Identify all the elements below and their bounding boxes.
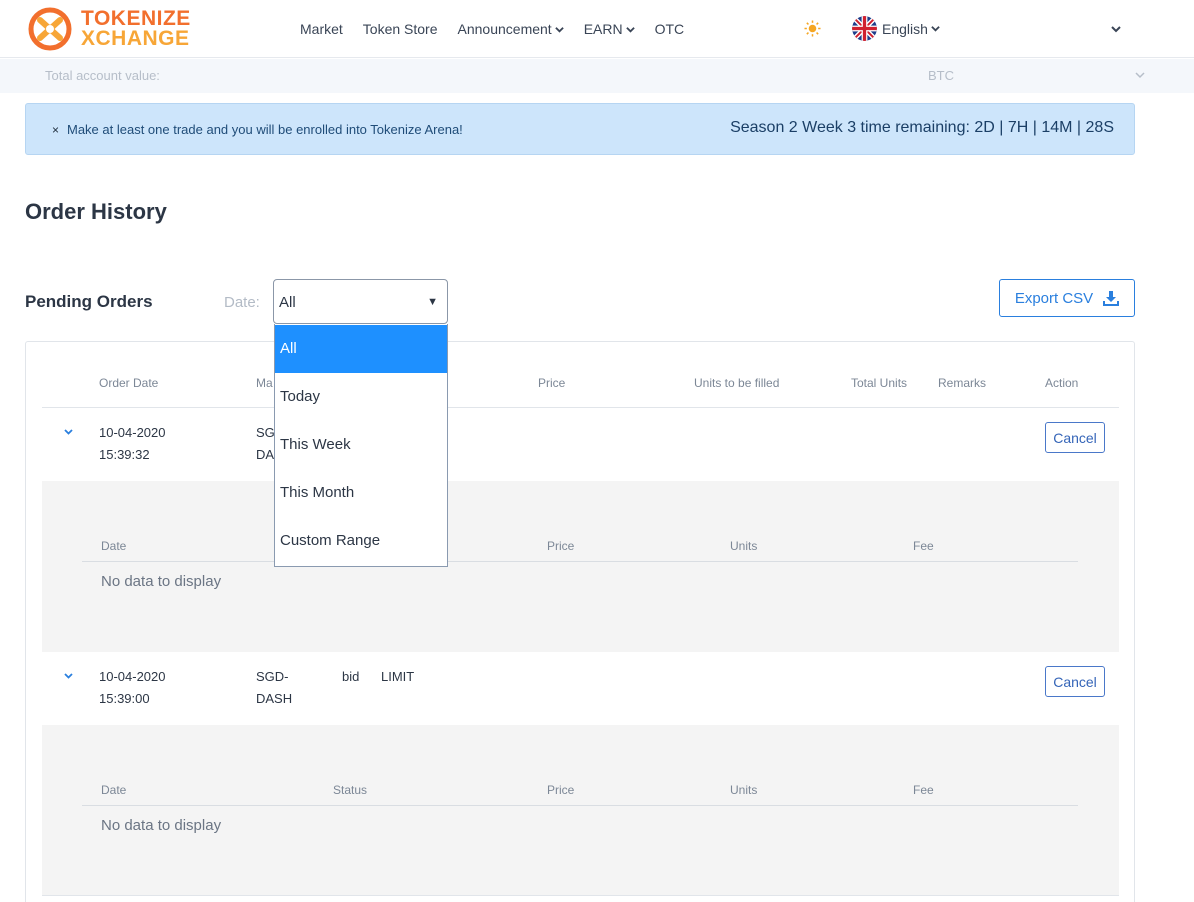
sub-col-date: Date	[101, 539, 127, 553]
uk-flag-icon	[852, 16, 877, 41]
sub-col-units: Units	[730, 539, 758, 553]
chevron-down-icon	[931, 26, 940, 32]
brand-logo[interactable]: TOKENIZE XCHANGE	[27, 6, 191, 52]
order-detail-panel: Date Status Price Units Fee No data to d…	[42, 481, 1119, 652]
chevron-down-icon[interactable]	[1134, 71, 1146, 80]
account-currency: BTC	[928, 68, 954, 83]
chevron-down-icon	[554, 26, 564, 33]
sub-col-units: Units	[730, 783, 758, 797]
brand-line-2: XCHANGE	[81, 27, 190, 50]
sub-col-status: Status	[333, 783, 368, 797]
nav-otc[interactable]: OTC	[655, 21, 685, 37]
order-market: SGD- DASH	[256, 669, 293, 706]
brand-line-1: TOKENIZE	[81, 7, 191, 30]
date-option-all[interactable]: All	[275, 325, 447, 373]
expand-row-chevron-icon[interactable]	[63, 672, 74, 680]
dropdown-arrow-icon: ▼	[427, 296, 438, 308]
date-option-today[interactable]: Today	[275, 373, 447, 421]
total-account-value-label: Total account value:	[45, 68, 160, 83]
cancel-order-button[interactable]: Cancel	[1045, 666, 1105, 697]
no-data-message: No data to display	[101, 817, 222, 834]
page-title: Order History	[25, 199, 167, 224]
order-time: 15:39:00	[99, 691, 150, 706]
sub-col-price: Price	[547, 783, 575, 797]
table-row: 10-04-2020 15:39:32	[99, 422, 166, 466]
order-detail-panel: Date Status Price Units Fee No data to d…	[42, 725, 1119, 895]
order-type: LIMIT	[381, 669, 415, 684]
nav-announcement[interactable]: Announcement	[458, 21, 564, 37]
arena-banner: × Make at least one trade and you will b…	[25, 103, 1135, 155]
sun-icon[interactable]	[804, 20, 821, 37]
sub-col-date: Date	[101, 783, 127, 797]
pending-orders-title: Pending Orders	[25, 292, 153, 311]
nav-earn[interactable]: EARN	[584, 21, 635, 37]
top-header: TOKENIZE XCHANGE Market Token Store Anno…	[0, 0, 1194, 58]
pending-orders-table: Order Date Ma Price Units to be filled T…	[25, 341, 1135, 902]
col-total-units: Total Units	[851, 376, 908, 390]
nav-token-store[interactable]: Token Store	[363, 21, 438, 37]
col-action: Action	[1045, 376, 1079, 390]
account-value-bar: Total account value: BTC	[0, 59, 1194, 93]
no-data-message: No data to display	[101, 573, 222, 590]
nav-market[interactable]: Market	[300, 21, 343, 37]
expand-row-chevron-icon[interactable]	[63, 428, 74, 436]
season-timer: Season 2 Week 3 time remaining: 2D | 7H …	[730, 119, 1114, 136]
chevron-down-icon	[625, 26, 635, 33]
date-filter-value: All	[279, 294, 296, 311]
language-label: English	[882, 20, 928, 37]
order-date: 10-04-2020	[99, 669, 166, 684]
col-price: Price	[538, 376, 566, 390]
date-filter-label: Date:	[224, 294, 260, 311]
download-icon	[1103, 291, 1120, 306]
date-option-custom-range[interactable]: Custom Range	[275, 517, 447, 565]
main-nav: Market Token Store Announcement EARN OTC	[300, 0, 704, 58]
date-filter-select[interactable]: All ▼	[273, 279, 448, 324]
language-selector[interactable]: English	[852, 16, 940, 41]
sub-col-fee: Fee	[913, 539, 934, 553]
col-order-date: Order Date	[99, 376, 159, 390]
date-option-this-week[interactable]: This Week	[275, 421, 447, 469]
header-divider	[42, 407, 1119, 408]
col-market: Ma	[256, 376, 273, 390]
sub-col-price: Price	[547, 539, 575, 553]
order-time: 15:39:32	[99, 447, 150, 462]
banner-message: Make at least one trade and you will be …	[67, 122, 463, 137]
col-units-to-fill: Units to be filled	[694, 376, 780, 390]
order-date: 10-04-2020	[99, 425, 166, 440]
date-option-this-month[interactable]: This Month	[275, 469, 447, 517]
export-csv-button[interactable]: Export CSV	[999, 279, 1135, 317]
date-filter-options: All Today This Week This Month Custom Ra…	[274, 324, 448, 567]
col-remarks: Remarks	[938, 376, 987, 390]
table-row: 10-04-2020 15:39:00	[99, 666, 166, 710]
cancel-order-button[interactable]: Cancel	[1045, 422, 1105, 453]
order-side: bid	[342, 669, 360, 684]
sub-col-fee: Fee	[913, 783, 934, 797]
tokenize-logo-icon	[28, 7, 72, 51]
user-menu-chevron-icon[interactable]	[1110, 24, 1122, 34]
banner-close-icon[interactable]: ×	[52, 123, 59, 137]
